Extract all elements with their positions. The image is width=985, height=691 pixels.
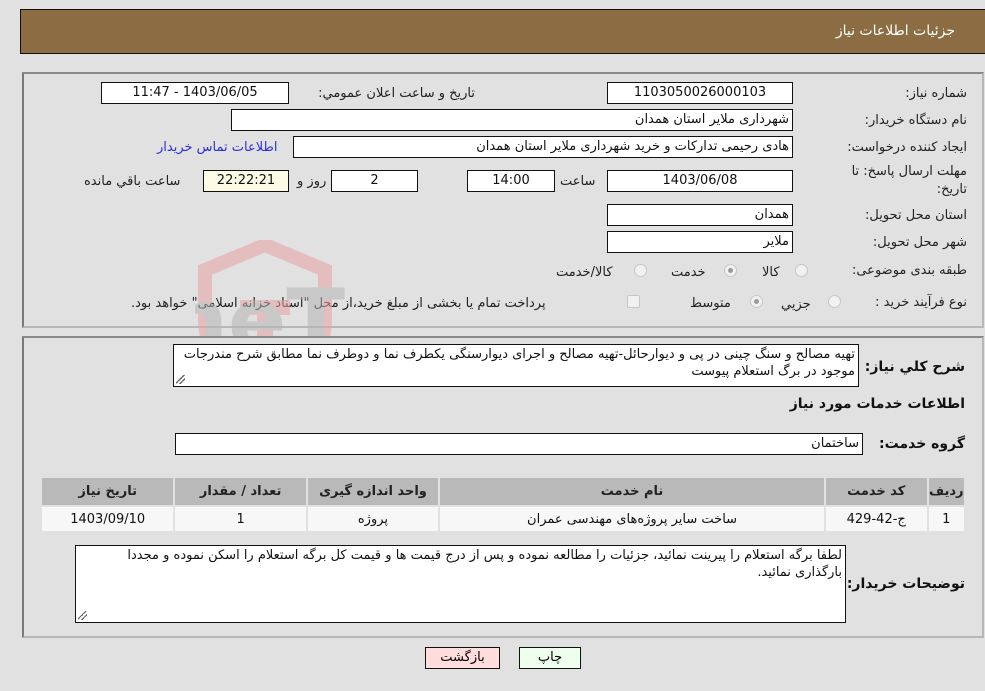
col-header-service-code: کد خدمت [823,476,929,507]
need-number-label: شماره نیاز: [905,86,967,101]
print-button[interactable]: چاپ [519,647,581,669]
cell-unit: پروژه [305,505,441,533]
cell-service-name: ساخت سایر پروژه‌های مهندسی عمران [438,505,826,533]
requester-label: ایجاد کننده درخواست: [847,140,967,155]
buyer-org-label: نام دستگاه خريدار: [864,113,967,128]
purchase-option-medium: متوسط [690,296,731,311]
purchase-radio-medium[interactable] [750,295,763,308]
category-radio-service[interactable] [724,264,737,277]
col-header-row-num: رديف [926,476,967,507]
buyer-contact-link[interactable]: اطلاعات تماس خريدار [157,140,277,155]
back-button[interactable]: بازگشت [425,647,500,669]
city-field: ملاير [607,231,793,253]
deadline-label-line2: تاریخ: [936,182,967,197]
category-radio-goods[interactable] [795,264,808,277]
time-remaining-label: ساعت باقي مانده [84,174,181,189]
cell-row-num: 1 [926,505,967,533]
deadline-time-field: 14:00 [467,170,555,192]
cell-quantity: 1 [173,505,308,533]
cell-need-date: 1403/09/10 [39,505,176,533]
deadline-label-line1: مهلت ارسال پاسخ: تا [851,164,967,179]
need-number-field: 1103050026000103 [607,82,793,104]
days-remaining-field: 2 [331,170,418,192]
purchase-option-minor: جزيي [781,297,811,312]
category-option-goods: کالا [762,265,780,280]
time-remaining-field: 22:22:21 [203,170,289,192]
province-field: همدان [607,204,793,226]
category-label: طبقه بندی موضوعی: [851,263,967,278]
days-label: روز و [297,174,327,189]
page-header: جزئیات اطلاعات نیاز [20,9,985,54]
resize-handle-icon[interactable] [78,611,87,620]
purchase-type-label: نوع فرآیند خرید : [875,295,967,310]
col-header-unit: واحد اندازه گیری [305,476,441,507]
city-label: شهر محل تحویل: [872,235,967,250]
page-title: جزئیات اطلاعات نیاز [835,23,955,39]
col-header-quantity: تعداد / مقدار [173,476,308,507]
deadline-time-label: ساعت [560,174,596,189]
deadline-date-field: 1403/06/08 [607,170,793,192]
buyer-org-field: شهرداری ملایر استان همدان [231,109,793,131]
treasury-payment-note: پرداخت تمام یا بخشی از مبلغ خرید،از محل … [131,296,546,311]
services-table-header-row: رديف کد خدمت نام خدمت واحد اندازه گیری ت… [39,476,967,507]
category-option-goods-service: کالا/خدمت [556,265,613,280]
treasury-payment-checkbox[interactable] [627,295,640,308]
table-row: 1 ج-42-429 ساخت سایر پروژه‌های مهندسی عم… [39,505,967,533]
province-label: استان محل تحویل: [865,208,967,223]
category-option-service: خدمت [671,265,706,280]
purchase-radio-minor[interactable] [828,295,841,308]
announce-datetime-field: 1403/06/05 - 11:47 [101,82,289,104]
services-table: رديف کد خدمت نام خدمت واحد اندازه گیری ت… [39,476,967,533]
requester-field: هادی رحیمی تدارکات و خرید شهرداری ملایر … [293,136,793,158]
buyer-notes-label: توضيحات خريدار: [846,576,965,592]
cell-service-code: ج-42-429 [823,505,929,533]
category-radio-goods-service[interactable] [634,264,647,277]
buyer-notes-textarea[interactable]: لطفا برگه استعلام را پیرینت نمائید، جزئی… [75,545,846,623]
col-header-service-name: نام خدمت [438,476,826,507]
announce-datetime-label: تاریخ و ساعت اعلان عمومي: [318,86,475,101]
buyer-notes-text: لطفا برگه استعلام را پیرینت نمائید، جزئی… [127,548,842,580]
col-header-need-date: تاريخ نياز [39,476,176,507]
